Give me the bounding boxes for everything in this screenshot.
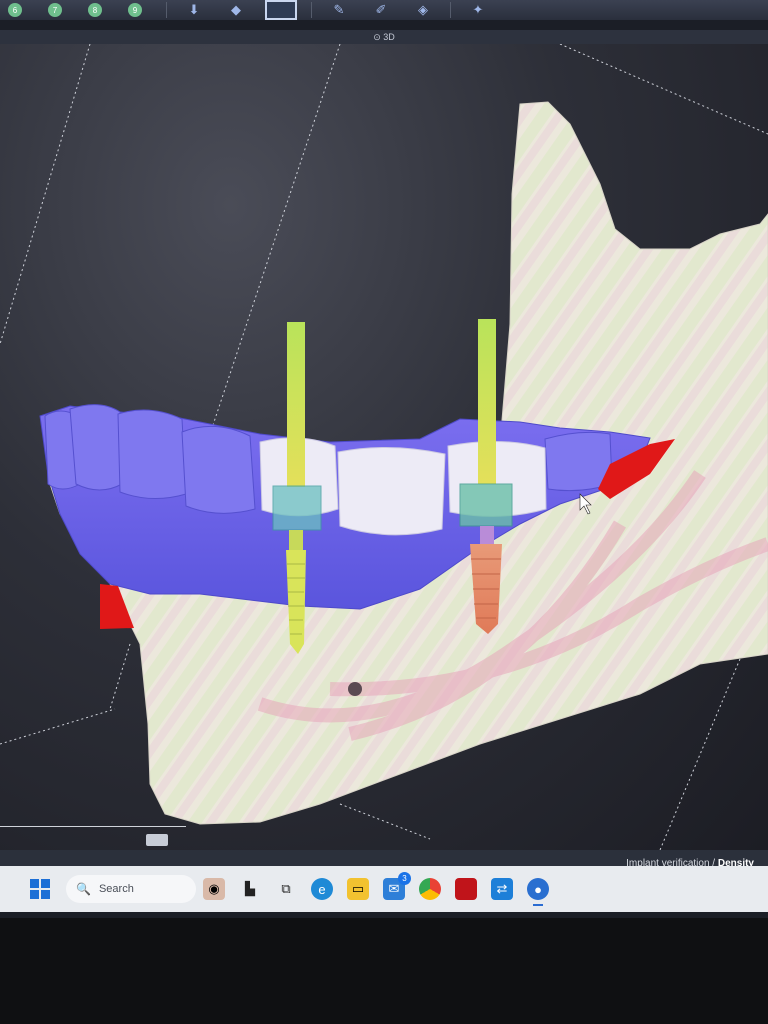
toolbar-divider [450,2,451,18]
view-button-9[interactable]: 9 [128,3,142,17]
task-view-icon[interactable]: ▙ [239,878,261,900]
jaw-model-render [0,44,768,850]
snip-icon[interactable]: ⧉ [275,878,297,900]
measure-tool-icon[interactable]: ✎ [328,2,350,18]
start-button[interactable] [30,879,50,899]
active-indicator [533,904,543,906]
view-button-6[interactable]: 6 [8,3,22,17]
view-title-bar: ⊙ 3D [0,30,768,44]
3d-viewport[interactable] [0,44,768,850]
bone-tool-icon[interactable]: ✦ [467,2,489,18]
cursor-tool-icon[interactable]: ◈ [412,2,434,18]
view-button-8[interactable]: 8 [88,3,102,17]
layers-tool-icon[interactable] [265,0,297,20]
slider-thumb[interactable] [146,834,168,846]
view-button-7[interactable]: 7 [48,3,62,17]
search-placeholder: Search [98,883,134,895]
monitor-bezel [0,918,768,1024]
eye-app-icon[interactable]: ◉ [203,878,225,900]
chrome-icon[interactable] [419,878,441,900]
implant-tool-icon[interactable]: ⬇ [183,2,205,18]
scan-tool-icon[interactable]: ◆ [225,2,247,18]
camera-icon: ⊙ [373,31,384,42]
edge-icon[interactable]: e [311,878,333,900]
windows-taskbar: 🔍 Search ◉ ▙ ⧉ e ▭ ✉ 3 ⇄ ● [0,866,768,912]
taskbar-search[interactable]: 🔍 Search [66,875,196,903]
blue-app-icon[interactable]: ● [527,878,549,906]
view-label: 3D [383,32,395,42]
toolbar-divider [311,2,312,18]
monitor-screen: 6 7 8 9 ⬇ ◆ ✎ ✐ ◈ ✦ ⊙ 3D Implant verific… [0,0,768,918]
toolbar-divider [166,2,167,18]
remote-app-icon[interactable]: ⇄ [491,878,513,900]
slider-track[interactable] [0,826,186,827]
sculpt-tool-icon[interactable]: ✐ [370,2,392,18]
mail-badge: 3 [398,872,411,885]
file-explorer-icon[interactable]: ▭ [347,878,369,900]
red-app-icon[interactable] [455,878,477,900]
mental-foramen [348,682,362,696]
mail-icon[interactable]: ✉ 3 [383,872,411,900]
main-toolbar: 6 7 8 9 ⬇ ◆ ✎ ✐ ◈ ✦ [0,0,768,20]
search-icon: 🔍 [76,882,91,896]
